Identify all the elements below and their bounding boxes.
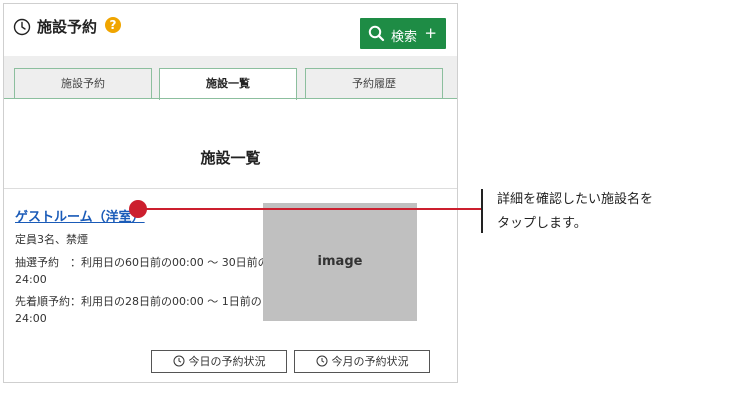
tab-reservation-history[interactable]: 予約履歴	[305, 68, 443, 99]
header: 施設予約 ? 検索 +	[4, 4, 457, 49]
tab-bar: 施設予約 施設一覧 予約履歴	[4, 56, 457, 100]
callout-line2: タップします。	[497, 216, 587, 231]
facility-name-link[interactable]: ゲストルーム（洋室）	[15, 206, 145, 225]
callout-line1: 詳細を確認したい施設名を	[497, 192, 654, 207]
help-icon[interactable]: ?	[105, 17, 121, 33]
callout-pointer-dot	[129, 200, 147, 218]
facility-image: image	[263, 203, 417, 321]
tab-facility-reservation[interactable]: 施設予約	[14, 68, 152, 99]
divider	[4, 188, 457, 189]
month-status-label: 今月の予約状況	[331, 355, 409, 368]
search-button[interactable]: 検索 +	[360, 18, 446, 49]
first-come-period-line1: 先着順予約：利用日の28日前の00:00 ～ 1日前の	[15, 295, 262, 308]
lottery-period-line1: 抽選予約 ：利用日の60日前の00:00 ～ 30日前の	[15, 256, 269, 269]
first-come-period-line2: 24:00	[15, 312, 47, 325]
clock-icon	[316, 355, 327, 367]
facility-capacity: 定員3名、禁煙	[15, 233, 88, 246]
callout-bar	[481, 189, 483, 233]
clock-icon	[173, 355, 184, 367]
section-title: 施設一覧	[200, 149, 261, 167]
month-status-button[interactable]: 今月の予約状況	[294, 350, 430, 373]
clock-icon	[13, 18, 31, 40]
facility-panel: 施設予約 ? 検索 + 施設予約 施設一覧 予約履歴 施設一覧 ゲストルーム（洋…	[3, 3, 458, 383]
page-title: 施設予約	[37, 18, 98, 36]
plus-icon: +	[424, 24, 437, 42]
lottery-period-line2: 24:00	[15, 273, 47, 286]
today-status-button[interactable]: 今日の予約状況	[151, 350, 287, 373]
search-label: 検索	[391, 30, 418, 45]
today-status-label: 今日の予約状況	[188, 355, 266, 368]
search-icon	[368, 25, 385, 46]
callout-pointer-line	[138, 208, 482, 210]
tab-underline	[4, 98, 457, 99]
tab-facility-list[interactable]: 施設一覧	[159, 68, 297, 100]
